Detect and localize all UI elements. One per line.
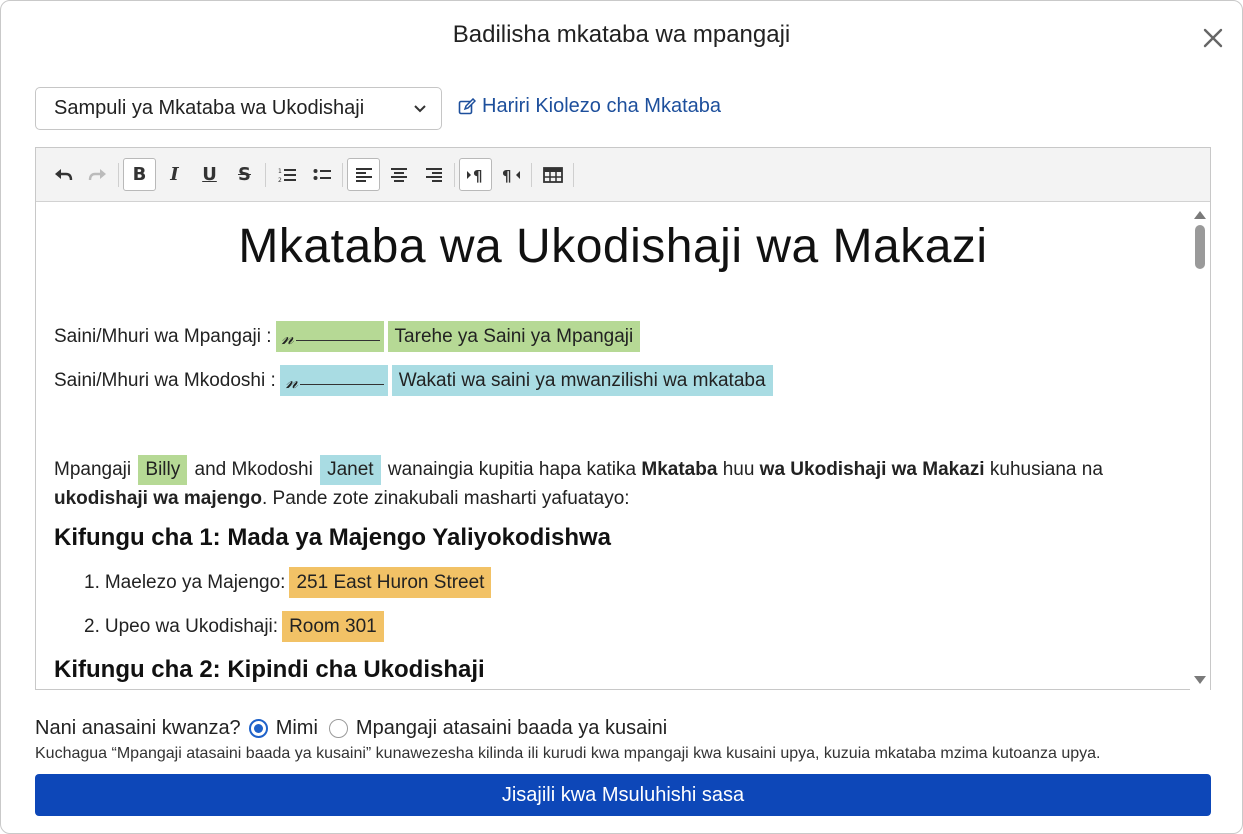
template-select-value: Sampuli ya Mkataba wa Ukodishaji <box>54 97 365 119</box>
close-icon <box>1203 28 1223 48</box>
section-1-heading: Kifungu cha 1: Mada ya Majengo Yaliyokod… <box>54 524 612 551</box>
align-left-button[interactable] <box>347 158 380 191</box>
para-text: and Mkodoshi <box>194 459 313 480</box>
strikethrough-icon: S <box>238 164 251 185</box>
scroll-down-arrow-icon[interactable] <box>1194 676 1206 684</box>
list-label: Upeo wa Ukodishaji: <box>104 615 279 637</box>
toolbar-separator <box>342 162 343 187</box>
list-item: 2. Upeo wa Ukodishaji: Room 301 <box>84 611 384 642</box>
radio-me-label[interactable]: Mimi <box>276 717 318 740</box>
tenant-name-field[interactable]: Billy <box>138 455 188 485</box>
table-icon <box>542 166 563 183</box>
list-item: 1. Maelezo ya Majengo: 251 East Huron St… <box>84 567 492 598</box>
table-button[interactable] <box>536 158 569 191</box>
submit-button[interactable]: Jisajili kwa Msuluhishi sasa <box>35 774 1211 816</box>
document-title: Mkataba wa Ukodishaji wa Makazi <box>238 220 988 273</box>
align-center-button[interactable] <box>382 158 415 191</box>
rich-text-editor: B I U S 12 ¶ ¶ Mkataba wa Ukodishaji wa … <box>35 147 1211 690</box>
para-text: . Pande zote zinakubali masharti yafuata… <box>262 488 630 509</box>
bold-icon: B <box>132 164 147 185</box>
align-right-button[interactable] <box>417 158 450 191</box>
ordered-list-button[interactable]: 12 <box>270 158 303 191</box>
list-number: 2. <box>84 615 100 637</box>
radio-me[interactable] <box>248 719 268 738</box>
tenant-signature-line: Saini/Mhuri wa Mpangaji : 𝓃 Tarehe ya Sa… <box>54 321 641 352</box>
chevron-down-icon <box>414 104 426 112</box>
align-right-icon <box>425 167 442 182</box>
list-label: Maelezo ya Majengo: <box>104 571 286 593</box>
toolbar-separator <box>454 162 455 187</box>
signing-hint: Kuchagua “Mpangaji atasaini baada ya kus… <box>35 745 1101 762</box>
redo-button[interactable] <box>81 158 114 191</box>
signing-order: Nani anasaini kwanza? Mimi Mpangaji atas… <box>35 717 667 740</box>
toolbar-separator <box>531 162 532 187</box>
tenant-date-field[interactable]: Tarehe ya Saini ya Mpangaji <box>387 321 641 352</box>
editor-scrollbar[interactable] <box>1190 203 1210 690</box>
scroll-up-arrow-icon[interactable] <box>1194 211 1206 219</box>
svg-text:1: 1 <box>278 168 282 175</box>
template-select[interactable]: Sampuli ya Mkataba wa Ukodishaji <box>35 87 442 130</box>
edit-template-link[interactable]: Hariri Kiolezo cha Mkataba <box>458 95 721 118</box>
para-bold: Mkataba <box>641 459 718 480</box>
para-text: wanaingia kupitia hapa katika <box>387 459 637 480</box>
para-bold: ukodishaji wa majengo <box>54 488 262 509</box>
ltr-button[interactable]: ¶ <box>459 158 492 191</box>
align-left-icon <box>355 167 372 182</box>
svg-text:¶: ¶ <box>473 167 483 183</box>
scroll-thumb[interactable] <box>1195 225 1205 269</box>
svg-text:¶: ¶ <box>502 167 512 183</box>
bold-button[interactable]: B <box>123 158 156 191</box>
strikethrough-button[interactable]: S <box>228 158 261 191</box>
radio-tenant-after[interactable] <box>328 719 348 738</box>
landlord-signature-field[interactable]: 𝓃 <box>279 365 388 396</box>
italic-button[interactable]: I <box>158 158 191 191</box>
tenant-signature-field[interactable]: 𝓃 <box>275 321 384 352</box>
section-2-heading: Kifungu cha 2: Kipindi cha Ukodishaji <box>54 656 485 683</box>
editor-content[interactable]: Mkataba wa Ukodishaji wa Makazi Saini/Mh… <box>36 203 1190 690</box>
redo-icon <box>88 168 106 180</box>
para-text: huu <box>722 459 755 480</box>
edit-contract-dialog: Badilisha mkataba wa mpangaji Sampuli ya… <box>0 0 1243 834</box>
signing-order-question: Nani anasaini kwanza? <box>35 717 241 739</box>
align-center-icon <box>390 167 407 182</box>
edit-template-label: Hariri Kiolezo cha Mkataba <box>482 95 721 117</box>
list-number: 1. <box>84 571 100 593</box>
toolbar-separator <box>118 162 119 187</box>
premises-address-field[interactable]: 251 East Huron Street <box>289 567 492 598</box>
rtl-icon: ¶ <box>502 167 520 183</box>
lease-scope-field[interactable]: Room 301 <box>282 611 384 642</box>
signature-icon: 𝓃 <box>285 368 299 393</box>
tenant-signature-label: Saini/Mhuri wa Mpangaji : <box>54 325 272 347</box>
dialog-title: Badilisha mkataba wa mpangaji <box>452 21 791 48</box>
svg-text:2: 2 <box>278 177 282 183</box>
para-bold: wa Ukodishaji wa Makazi <box>759 459 985 480</box>
italic-icon: I <box>170 164 179 185</box>
underline-button[interactable]: U <box>193 158 226 191</box>
close-button[interactable] <box>1198 23 1228 53</box>
undo-button[interactable] <box>46 158 79 191</box>
edit-icon <box>458 97 476 114</box>
landlord-time-field[interactable]: Wakati wa saini ya mwanzilishi wa mkatab… <box>391 365 773 396</box>
editor-toolbar: B I U S 12 ¶ ¶ <box>36 148 1210 202</box>
toolbar-separator <box>573 162 574 187</box>
undo-icon <box>54 168 72 180</box>
radio-tenant-after-label[interactable]: Mpangaji atasaini baada ya kusaini <box>356 717 667 740</box>
ltr-icon: ¶ <box>466 167 483 183</box>
rtl-button[interactable]: ¶ <box>494 158 527 191</box>
landlord-signature-label: Saini/Mhuri wa Mkodoshi : <box>54 369 276 391</box>
ordered-list-icon: 12 <box>278 168 296 183</box>
signature-icon: 𝓃 <box>281 324 294 349</box>
para-text: Mpangaji <box>54 459 132 480</box>
landlord-name-field[interactable]: Janet <box>320 455 381 485</box>
para-text: kuhusiana na <box>989 459 1103 480</box>
landlord-signature-line: Saini/Mhuri wa Mkodoshi : 𝓃 Wakati wa sa… <box>54 365 773 396</box>
underline-icon: U <box>202 164 217 185</box>
bullet-list-icon <box>313 168 331 180</box>
intro-paragraph: Mpangaji Billy and Mkodoshi Janet wanain… <box>54 455 1184 513</box>
toolbar-separator <box>265 162 266 187</box>
bullet-list-button[interactable] <box>305 158 338 191</box>
